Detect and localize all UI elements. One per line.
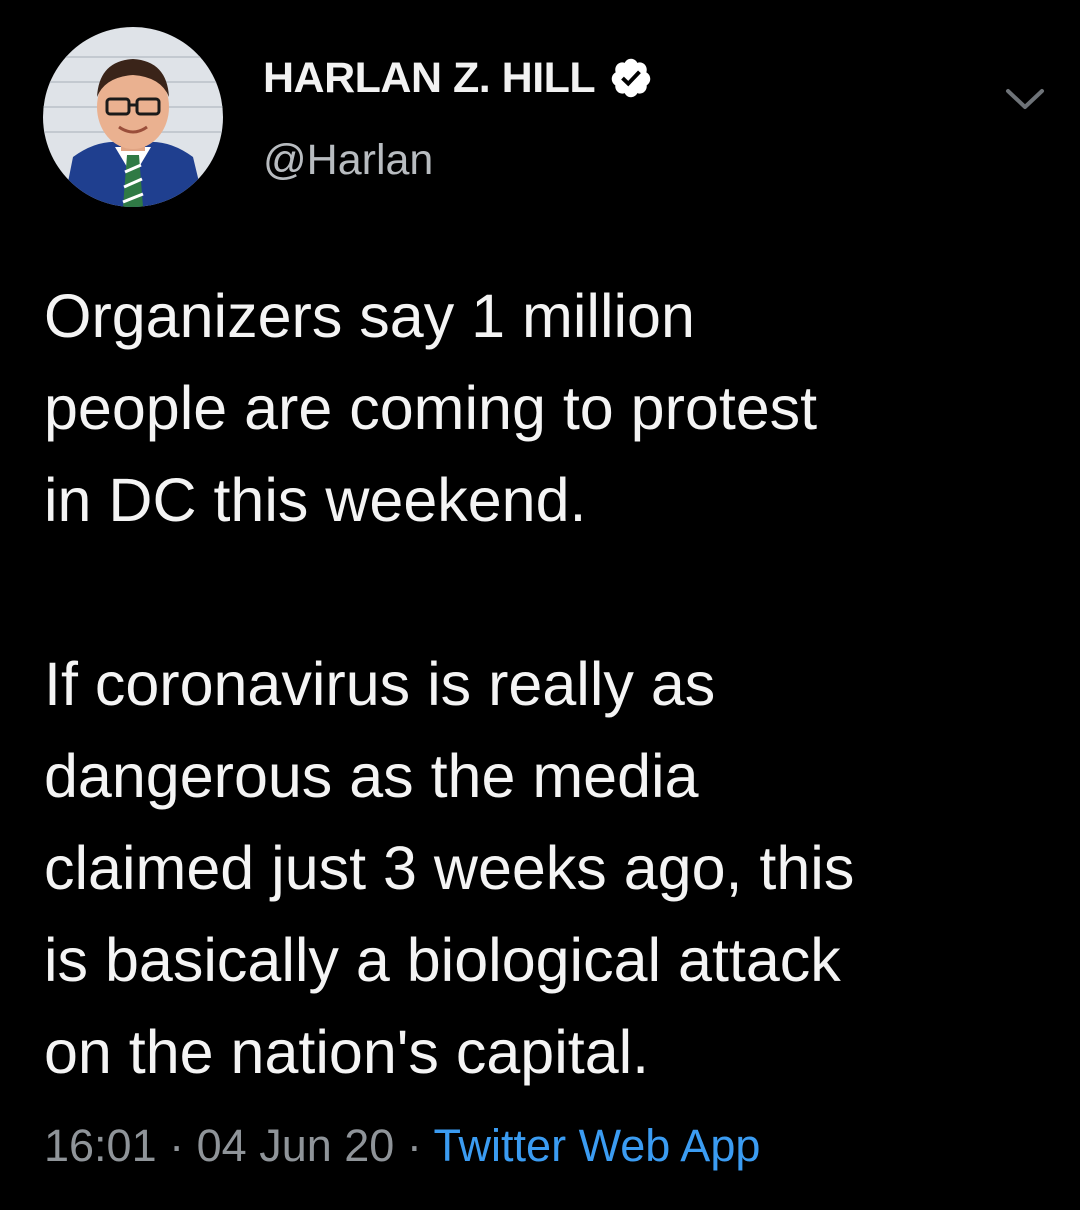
tweet-date[interactable]: 04 Jun 20 [197, 1120, 395, 1171]
meta-separator: · [169, 1120, 185, 1171]
meta-separator: · [406, 1120, 422, 1171]
author-row: HARLAN Z. HILL [263, 50, 653, 106]
author-handle[interactable]: @Harlan [263, 136, 433, 185]
tweet-paragraph-2: If coronavirus is really as dangerous as… [44, 650, 855, 1086]
tweet-paragraph-1: Organizers say 1 million people are comi… [44, 282, 818, 534]
tweet-text: Organizers say 1 million people are comi… [44, 270, 1054, 1098]
chevron-down-icon[interactable] [1002, 82, 1048, 116]
avatar[interactable] [43, 27, 223, 207]
avatar-image [43, 27, 223, 207]
verified-badge-icon [611, 58, 651, 98]
tweet-meta: 16:01 · 04 Jun 20 · Twitter Web App [44, 1120, 760, 1172]
tweet-time[interactable]: 16:01 [44, 1120, 157, 1171]
tweet-card: HARLAN Z. HILL @Harlan Organizers say 1 … [0, 0, 1080, 1210]
tweet-source-link[interactable]: Twitter Web App [434, 1120, 761, 1171]
display-name[interactable]: HARLAN Z. HILL [263, 54, 596, 103]
